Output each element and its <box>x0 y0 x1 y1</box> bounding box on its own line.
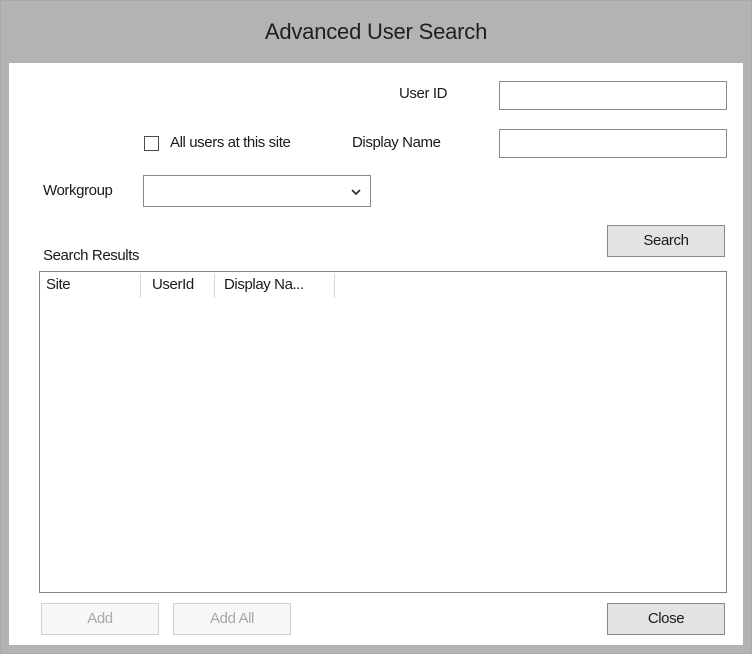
workgroup-label: Workgroup <box>43 182 113 199</box>
display-name-field[interactable] <box>499 129 727 158</box>
all-users-checkbox[interactable] <box>144 136 159 151</box>
column-header-userid[interactable]: UserId <box>146 272 214 298</box>
column-divider[interactable] <box>140 274 141 298</box>
column-header-display-name[interactable]: Display Na... <box>218 272 336 298</box>
search-results-label: Search Results <box>43 247 140 264</box>
column-divider[interactable] <box>214 274 215 298</box>
user-id-field[interactable] <box>499 81 727 110</box>
add-all-button[interactable]: Add All <box>173 603 291 635</box>
add-button[interactable]: Add <box>41 603 159 635</box>
dialog-body: User ID All users at this site Display N… <box>9 63 743 645</box>
workgroup-dropdown[interactable] <box>143 175 371 207</box>
column-header-site[interactable]: Site <box>40 272 140 298</box>
all-users-label[interactable]: All users at this site <box>170 134 291 151</box>
dialog-window: Advanced User Search User ID All users a… <box>0 0 752 654</box>
search-button[interactable]: Search <box>607 225 725 257</box>
dialog-title: Advanced User Search <box>264 19 488 44</box>
display-name-label: Display Name <box>352 134 441 151</box>
column-divider[interactable] <box>334 274 335 298</box>
user-id-label: User ID <box>399 85 448 102</box>
search-results-list[interactable]: Site UserId Display Na... <box>39 271 727 593</box>
title-bar[interactable]: Advanced User Search <box>1 1 751 63</box>
chevron-down-icon <box>351 189 361 196</box>
close-button[interactable]: Close <box>607 603 725 635</box>
